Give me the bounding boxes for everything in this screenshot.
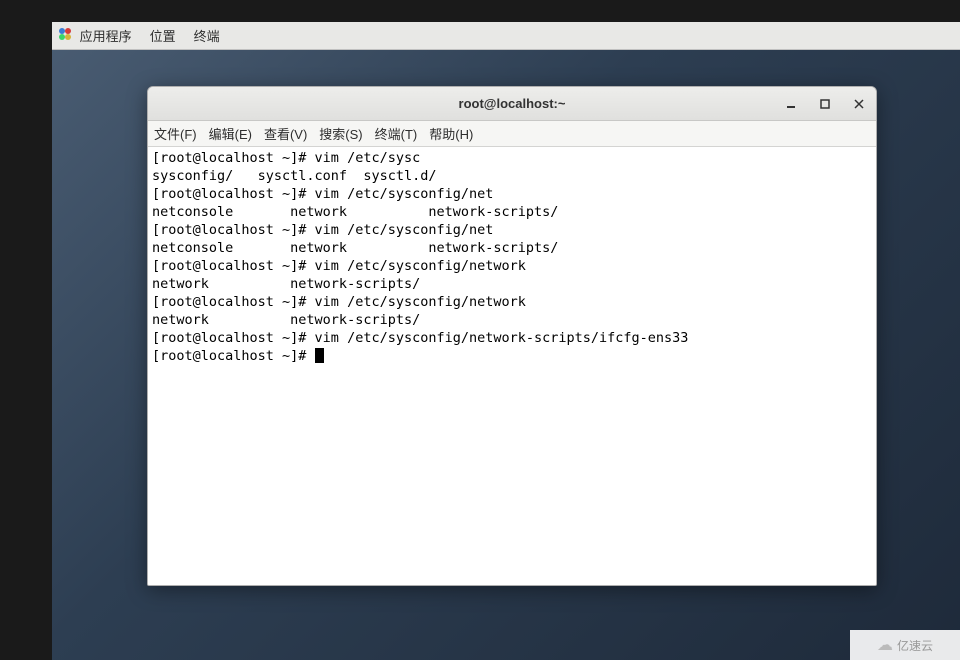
terminal-line: [root@localhost ~]#: [152, 348, 315, 364]
crop-top-bar: [0, 0, 960, 22]
terminal-line: network network-scripts/: [152, 312, 420, 328]
crop-left-bar: [0, 22, 52, 660]
maximize-icon: [820, 99, 830, 109]
terminal-cursor: [315, 348, 324, 363]
terminal-menu[interactable]: 终端: [194, 26, 220, 45]
window-title: root@localhost:~: [459, 96, 566, 111]
places-menu[interactable]: 位置: [150, 26, 176, 45]
terminal-content-area[interactable]: [root@localhost ~]# vim /etc/sysc syscon…: [148, 147, 876, 585]
minimize-button[interactable]: [780, 93, 802, 115]
terminal-menubar: 文件(F) 编辑(E) 查看(V) 搜索(S) 终端(T) 帮助(H): [148, 121, 876, 147]
terminal-line: netconsole network network-scripts/: [152, 240, 558, 256]
menu-edit[interactable]: 编辑(E): [209, 124, 252, 143]
menu-terminal[interactable]: 终端(T): [375, 124, 418, 143]
terminal-line: network network-scripts/: [152, 276, 420, 292]
gnome-top-panel: 应用程序 位置 终端: [52, 22, 960, 50]
terminal-window: root@localhost:~ 文件(F) 编辑(E) 查看(V) 搜索(S)…: [147, 86, 877, 586]
cloud-icon: ☁: [877, 635, 893, 655]
window-controls: [780, 87, 870, 120]
menu-help[interactable]: 帮助(H): [429, 124, 473, 143]
applications-menu[interactable]: 应用程序: [58, 26, 132, 45]
terminal-line: [root@localhost ~]# vim /etc/sysconfig/n…: [152, 330, 688, 346]
close-icon: [854, 99, 864, 109]
applications-label: 应用程序: [80, 29, 132, 44]
applications-icon: [58, 27, 72, 41]
watermark-badge: ☁ 亿速云: [850, 630, 960, 660]
terminal-line: [root@localhost ~]# vim /etc/sysconfig/n…: [152, 222, 493, 238]
minimize-icon: [786, 99, 796, 109]
desktop-background: 应用程序 位置 终端 root@localhost:~ 文件(F) 编辑(E): [52, 22, 960, 660]
terminal-line: [root@localhost ~]# vim /etc/sysconfig/n…: [152, 186, 493, 202]
terminal-line: netconsole network network-scripts/: [152, 204, 558, 220]
maximize-button[interactable]: [814, 93, 836, 115]
terminal-line: [root@localhost ~]# vim /etc/sysconfig/n…: [152, 258, 526, 274]
menu-search[interactable]: 搜索(S): [319, 124, 362, 143]
terminal-line: [root@localhost ~]# vim /etc/sysc: [152, 150, 420, 166]
terminal-line: sysconfig/ sysctl.conf sysctl.d/: [152, 168, 436, 184]
watermark-text: 亿速云: [897, 637, 933, 654]
menu-view[interactable]: 查看(V): [264, 124, 307, 143]
window-titlebar[interactable]: root@localhost:~: [148, 87, 876, 121]
terminal-line: [root@localhost ~]# vim /etc/sysconfig/n…: [152, 294, 526, 310]
menu-file[interactable]: 文件(F): [154, 124, 197, 143]
close-button[interactable]: [848, 93, 870, 115]
